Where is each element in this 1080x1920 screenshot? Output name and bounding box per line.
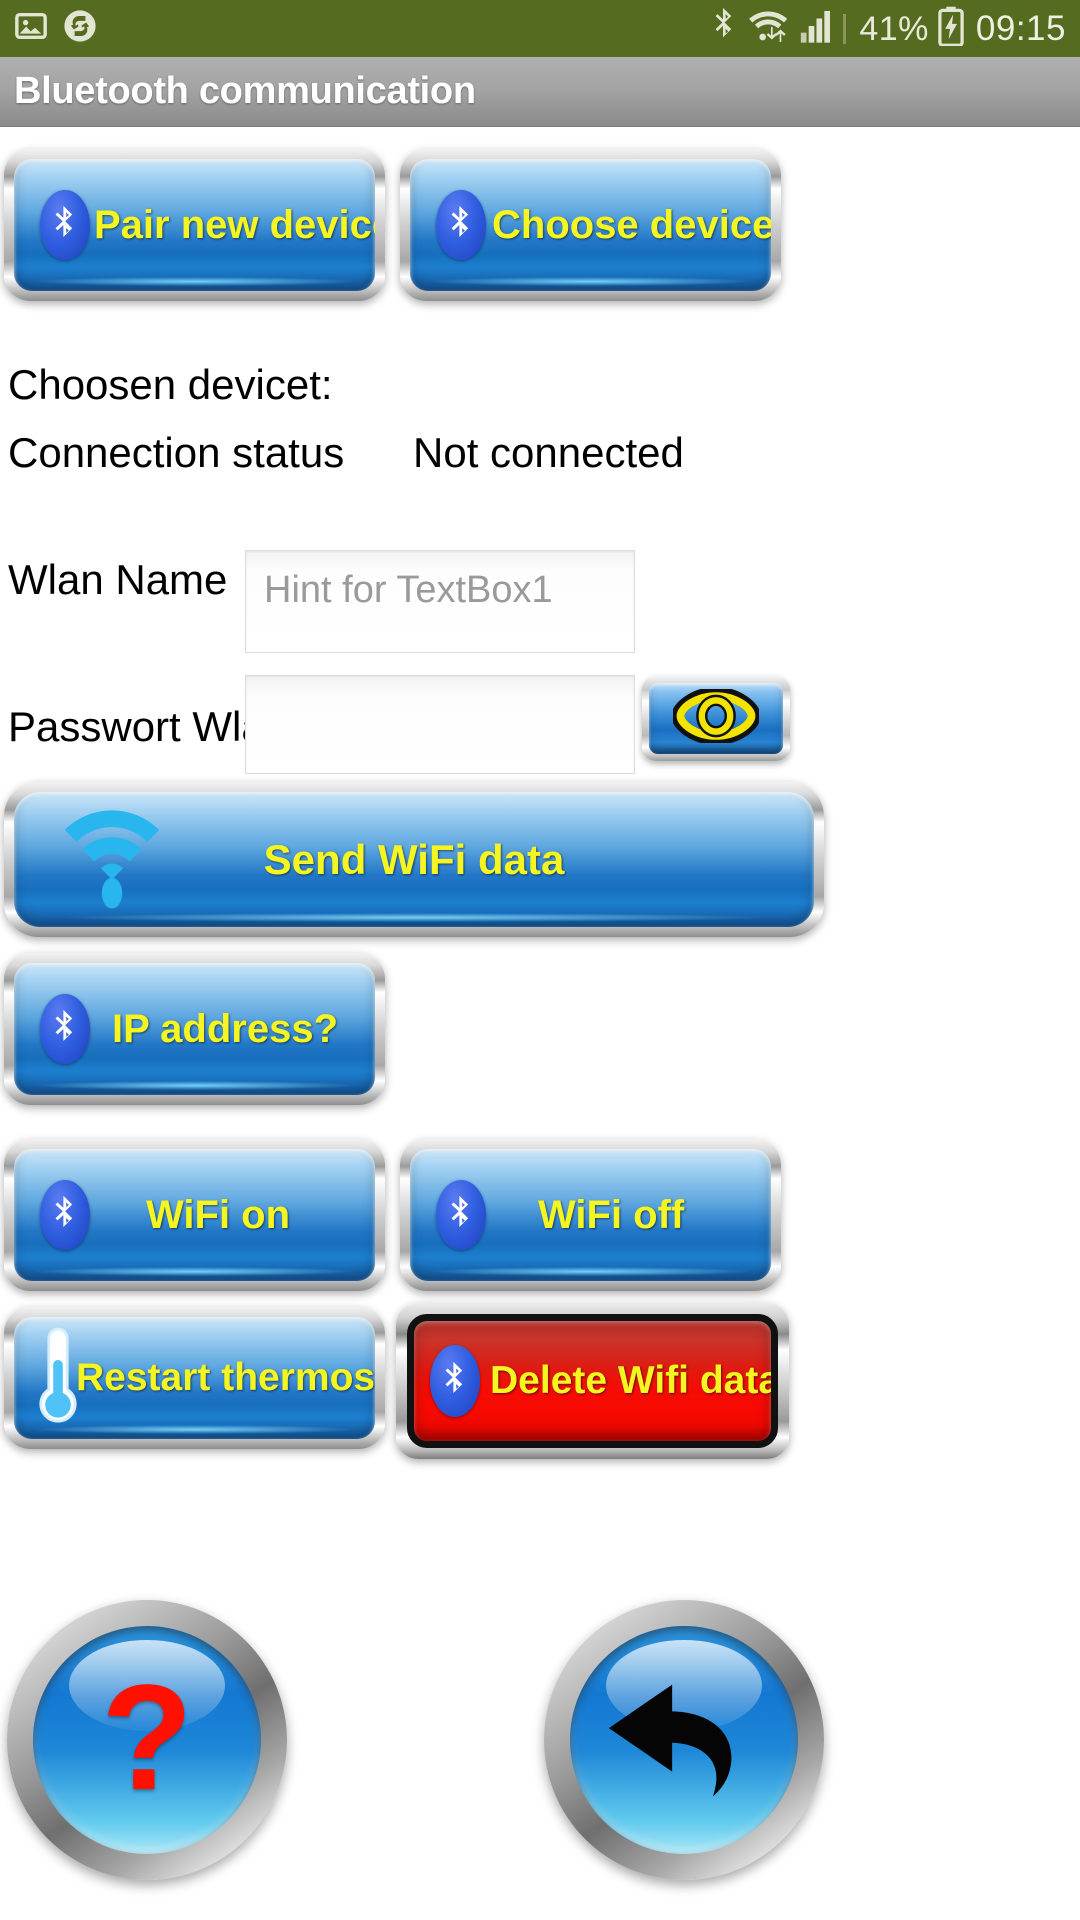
pair-new-device-button[interactable]: Pair new device — [4, 149, 385, 301]
question-mark-icon: ? — [101, 1653, 193, 1821]
status-divider — [843, 13, 847, 44]
wlan-name-label: Wlan Name — [8, 556, 228, 603]
delete-wifi-data-button[interactable]: Delete Wifi data — [396, 1303, 789, 1459]
thermometer-icon — [36, 1324, 80, 1433]
wlan-password-input[interactable] — [245, 675, 635, 774]
page-title: Bluetooth communication — [14, 70, 476, 112]
restart-thermostat-button[interactable]: Restart thermostat — [4, 1307, 385, 1449]
restart-thermostat-label: Restart thermostat — [76, 1356, 375, 1399]
back-arrow-icon — [601, 1668, 767, 1812]
help-button[interactable]: ? — [7, 1600, 287, 1880]
connection-status-label: Connection status — [8, 429, 345, 476]
chosen-device-label: Choosen devicet: — [8, 361, 333, 408]
eye-icon — [671, 686, 761, 748]
wlan-name-row: Wlan Name Hint for TextBox1 — [8, 507, 1068, 653]
battery-charging-icon — [938, 6, 964, 51]
connection-status-value: Not connected — [413, 429, 684, 476]
back-button[interactable] — [544, 1600, 824, 1880]
chosen-device-row: Choosen devicet: — [8, 364, 357, 406]
status-bar-left-icons — [14, 8, 98, 49]
wifi-off-button[interactable]: WiFi off — [400, 1139, 781, 1291]
delete-wifi-data-label: Delete Wifi data — [490, 1359, 778, 1402]
choose-device-button[interactable]: Choose device — [400, 149, 781, 301]
wlan-password-row: Passwort Wlan — [8, 669, 1068, 789]
clock-label: 09:15 — [975, 9, 1066, 48]
pair-new-device-label: Pair new device — [94, 202, 375, 247]
bluetooth-icon — [40, 994, 90, 1064]
wifi-icon — [747, 6, 791, 51]
bluetooth-icon — [40, 190, 90, 260]
app-title-bar: Bluetooth communication — [0, 57, 1080, 127]
connection-status-row: Connection status Not connected — [8, 432, 708, 474]
choose-device-label: Choose device — [492, 202, 771, 247]
wifi-on-button[interactable]: WiFi on — [4, 1139, 385, 1291]
ip-address-label: IP address? — [112, 1006, 339, 1051]
bluetooth-icon — [436, 190, 486, 260]
wifi-icon — [62, 805, 162, 914]
image-icon — [14, 9, 48, 48]
wlan-name-input[interactable]: Hint for TextBox1 — [245, 550, 635, 653]
send-wifi-data-button[interactable]: Send WiFi data — [4, 782, 824, 937]
toggle-password-visibility-button[interactable] — [642, 676, 790, 761]
bluetooth-icon — [40, 1180, 90, 1250]
wifi-off-label: WiFi off — [538, 1192, 685, 1237]
send-wifi-data-label: Send WiFi data — [263, 835, 565, 883]
status-bar: 41% 09:15 — [0, 0, 1080, 57]
status-bar-right: 41% 09:15 — [711, 6, 1066, 51]
bluetooth-icon — [436, 1180, 486, 1250]
bluetooth-icon — [430, 1345, 480, 1417]
bluetooth-icon — [711, 6, 738, 51]
cellular-signal-icon — [800, 7, 831, 50]
sync-icon — [62, 8, 98, 49]
wifi-on-label: WiFi on — [146, 1192, 291, 1237]
ip-address-button[interactable]: IP address? — [4, 953, 385, 1105]
wlan-name-placeholder: Hint for TextBox1 — [264, 569, 553, 611]
battery-percent-label: 41% — [859, 9, 929, 48]
